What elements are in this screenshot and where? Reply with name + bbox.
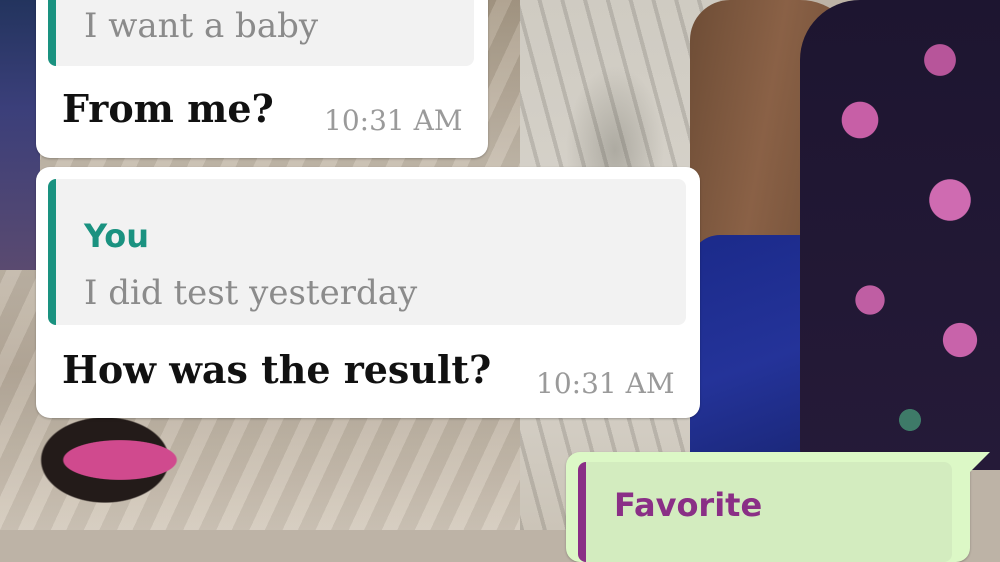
quote-text: I did test yesterday	[84, 273, 418, 313]
message-bubble-from-me[interactable]: I want a baby From me? 10:31 AM	[36, 0, 488, 158]
quoted-message[interactable]: I want a baby	[48, 0, 474, 66]
message-bubble-outgoing[interactable]: Favorite	[566, 452, 970, 562]
quote-sender: Favorite	[614, 486, 763, 524]
message-text: How was the result?	[62, 347, 492, 392]
quote-accent-bar	[578, 462, 586, 562]
message-timestamp: 10:31 AM	[536, 367, 675, 400]
message-bubble-result[interactable]: You I did test yesterday How was the res…	[36, 167, 700, 418]
bubble-tail	[968, 452, 990, 474]
wallpaper-left-figure	[0, 0, 40, 270]
quoted-message[interactable]: You I did test yesterday	[48, 179, 686, 325]
wallpaper-floral-dress	[800, 0, 1000, 470]
quoted-message[interactable]: Favorite	[578, 462, 952, 562]
quote-sender: You	[84, 217, 149, 255]
quote-accent-bar	[48, 179, 56, 325]
quote-text: I want a baby	[84, 6, 319, 46]
wallpaper-headband	[30, 420, 200, 490]
message-text: From me?	[62, 86, 274, 131]
quote-accent-bar	[48, 0, 56, 66]
message-timestamp: 10:31 AM	[324, 104, 463, 137]
